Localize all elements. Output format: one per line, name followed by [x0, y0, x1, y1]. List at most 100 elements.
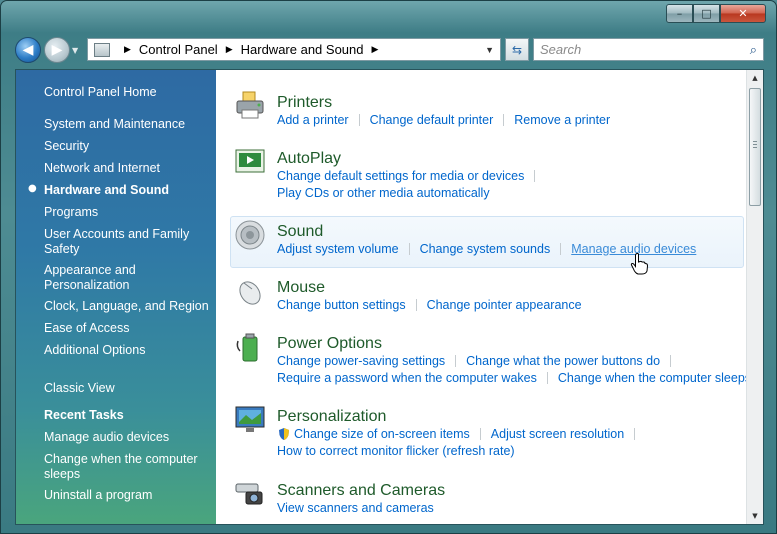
mouse-icon[interactable] [234, 275, 266, 307]
task-row: View scanners and cameras [277, 501, 434, 515]
classic-view-link[interactable]: Classic View [44, 381, 209, 396]
scroll-down-arrow-icon[interactable]: ▼ [747, 508, 763, 524]
task-link[interactable]: Change size of on-screen items [294, 427, 470, 441]
divider [503, 114, 505, 126]
task-link[interactable]: How to correct monitor flicker (refresh … [277, 444, 515, 458]
divider [634, 428, 636, 440]
search-icon[interactable]: ⌕ [750, 42, 757, 58]
uac-shield-icon [279, 428, 289, 440]
address-dropdown-icon[interactable]: ▼ [485, 45, 494, 55]
recent-pages-dropdown-icon[interactable]: ▼ [72, 46, 78, 55]
vertical-scrollbar[interactable]: ▲ ▼ [746, 70, 763, 524]
monitor-icon[interactable] [234, 404, 266, 436]
forward-arrow-icon: ▶ [51, 42, 63, 58]
task-link[interactable]: View scanners and cameras [277, 501, 434, 515]
refresh-icon: ⇆ [511, 42, 523, 57]
control-panel-icon [94, 42, 110, 57]
task-link[interactable]: Change when the computer sleeps [558, 371, 746, 385]
divider [534, 170, 536, 182]
recent-task-manage-audio-devices[interactable]: Manage audio devices [44, 430, 209, 445]
task-row: Change button settings Change pointer ap… [277, 298, 582, 312]
recent-tasks-heading: Recent Tasks [44, 408, 124, 422]
sidebar-item-system-and-maintenance[interactable]: System and Maintenance [44, 117, 209, 132]
task-link[interactable]: Change pointer appearance [427, 298, 582, 312]
refresh-button[interactable]: ⇆ [505, 38, 529, 61]
task-row: Change size of on-screen items Adjust sc… [277, 427, 645, 441]
minimize-button[interactable]: – [666, 4, 693, 23]
divider [479, 428, 481, 440]
task-link[interactable]: Change power-saving settings [277, 354, 445, 368]
navigation-bar: ◀ ▶ ▼ ▶ Control Panel ▶ Hardware and Sou… [15, 36, 764, 64]
task-link[interactable]: Play CDs or other media automatically [277, 186, 490, 200]
control-panel-window: – □ ✕ ◀ ▶ ▼ ▶ Control Panel ▶ Hardware a… [0, 0, 777, 534]
divider [546, 372, 548, 384]
breadcrumb-separator-icon[interactable]: ▶ [226, 44, 233, 55]
category-title[interactable]: Sound [277, 223, 323, 241]
battery-icon[interactable] [234, 331, 266, 363]
sidebar-item-programs[interactable]: Programs [44, 205, 209, 220]
task-link[interactable]: Remove a printer [514, 113, 610, 127]
task-link[interactable]: Adjust system volume [277, 242, 399, 256]
category-title[interactable]: Scanners and Cameras [277, 482, 445, 500]
hand-cursor-icon [630, 253, 648, 275]
scroll-up-arrow-icon[interactable]: ▲ [747, 70, 763, 86]
divider [455, 355, 457, 367]
sidebar-item-clock-language-region[interactable]: Clock, Language, and Region [44, 299, 209, 314]
speaker-icon[interactable] [234, 219, 266, 251]
address-bar[interactable]: ▶ Control Panel ▶ Hardware and Sound ▶ ▼ [87, 38, 501, 61]
divider [408, 243, 410, 255]
task-row: Require a password when the computer wak… [277, 371, 746, 385]
sidebar-item-security[interactable]: Security [44, 139, 209, 154]
maximize-button[interactable]: □ [693, 4, 720, 23]
task-row: Add a printer Change default printer Rem… [277, 113, 610, 127]
task-row: Change default settings for media or dev… [277, 169, 545, 183]
scrollbar-thumb[interactable] [749, 88, 761, 206]
sidebar-item-additional-options[interactable]: Additional Options [44, 343, 209, 358]
forward-button[interactable]: ▶ [44, 37, 70, 63]
search-box[interactable]: Search ⌕ [533, 38, 764, 61]
breadcrumb-separator-icon[interactable]: ▶ [124, 44, 131, 55]
divider [415, 299, 417, 311]
task-link[interactable]: Change system sounds [420, 242, 551, 256]
active-bullet-icon: ● [28, 183, 37, 194]
category-list: Printers Add a printer Change default pr… [216, 70, 746, 524]
sidebar-item-ease-of-access[interactable]: Ease of Access [44, 321, 209, 336]
category-title[interactable]: Personalization [277, 408, 386, 426]
task-link[interactable]: Require a password when the computer wak… [277, 371, 537, 385]
breadcrumb-hardware-and-sound[interactable]: Hardware and Sound [241, 42, 364, 57]
control-panel-home-link[interactable]: Control Panel Home [44, 85, 209, 100]
task-link[interactable]: Adjust screen resolution [491, 427, 624, 441]
task-row: How to correct monitor flicker (refresh … [277, 444, 515, 458]
task-row: Play CDs or other media automatically [277, 186, 490, 200]
close-button[interactable]: ✕ [720, 4, 766, 23]
category-title[interactable]: Power Options [277, 335, 382, 353]
autoplay-icon[interactable] [234, 146, 266, 178]
printer-icon[interactable] [234, 90, 266, 122]
recent-task-uninstall-program[interactable]: Uninstall a program [44, 488, 209, 503]
breadcrumb-separator-icon[interactable]: ▶ [371, 44, 378, 55]
caption-buttons: – □ ✕ [666, 4, 766, 23]
task-link[interactable]: Change default settings for media or dev… [277, 169, 524, 183]
content-frame: Control Panel Home System and Maintenanc… [15, 69, 764, 525]
sidebar-item-hardware-and-sound[interactable]: Hardware and Sound [44, 183, 209, 198]
divider [670, 355, 672, 367]
scanner-icon[interactable] [234, 478, 266, 510]
task-link[interactable]: Change what the power buttons do [466, 354, 660, 368]
task-link[interactable]: Change button settings [277, 298, 406, 312]
task-link[interactable]: Add a printer [277, 113, 349, 127]
back-button[interactable]: ◀ [15, 37, 41, 63]
category-title[interactable]: AutoPlay [277, 150, 341, 168]
task-row: Change power-saving settings Change what… [277, 354, 681, 368]
category-title[interactable]: Mouse [277, 279, 325, 297]
sidebar-item-network-and-internet[interactable]: Network and Internet [44, 161, 209, 176]
divider [560, 243, 562, 255]
sidebar-item-appearance[interactable]: Appearance and Personalization [44, 263, 209, 293]
recent-task-change-sleep[interactable]: Change when the computer sleeps [44, 452, 209, 482]
breadcrumb-control-panel[interactable]: Control Panel [139, 42, 218, 57]
search-input[interactable]: Search [540, 42, 581, 57]
task-link[interactable]: Change default printer [370, 113, 494, 127]
sidebar-item-user-accounts[interactable]: User Accounts and Family Safety [44, 227, 209, 257]
category-title[interactable]: Printers [277, 94, 332, 112]
task-pane: Control Panel Home System and Maintenanc… [16, 70, 216, 524]
divider [358, 114, 360, 126]
